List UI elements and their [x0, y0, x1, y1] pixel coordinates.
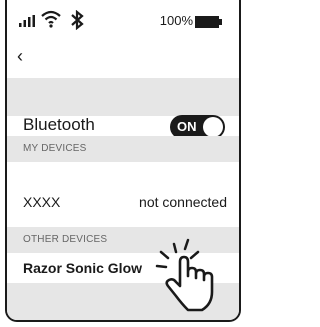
device-name: Razor Sonic Glow — [23, 260, 143, 276]
device-status: not connected — [139, 194, 227, 210]
my-devices-header: MY DEVICES — [7, 136, 239, 162]
wifi-icon — [41, 10, 61, 33]
list-item[interactable]: XXXX not connected — [7, 162, 239, 227]
bluetooth-label: Bluetooth — [23, 115, 95, 134]
battery-percent: 100% — [159, 13, 193, 28]
bluetooth-icon — [70, 9, 84, 35]
back-chevron-icon[interactable]: ‹ — [17, 46, 23, 66]
battery-icon — [195, 15, 225, 33]
status-bar: 100% — [7, 0, 239, 44]
toggle-knob — [203, 117, 223, 137]
my-devices-header-label: MY DEVICES — [23, 143, 87, 154]
signal-bars-icon — [19, 14, 35, 32]
device-name: XXXX — [23, 194, 61, 210]
top-spacer — [7, 78, 239, 116]
nav-bar: ‹ — [7, 44, 239, 78]
other-devices-header-label: OTHER DEVICES — [23, 234, 108, 245]
toggle-state-label: ON — [177, 119, 197, 134]
tap-hand-icon — [152, 238, 239, 320]
phone-screen: 100% ‹ Bluetooth ON MY DEVICES XXXX not … — [5, 0, 241, 322]
